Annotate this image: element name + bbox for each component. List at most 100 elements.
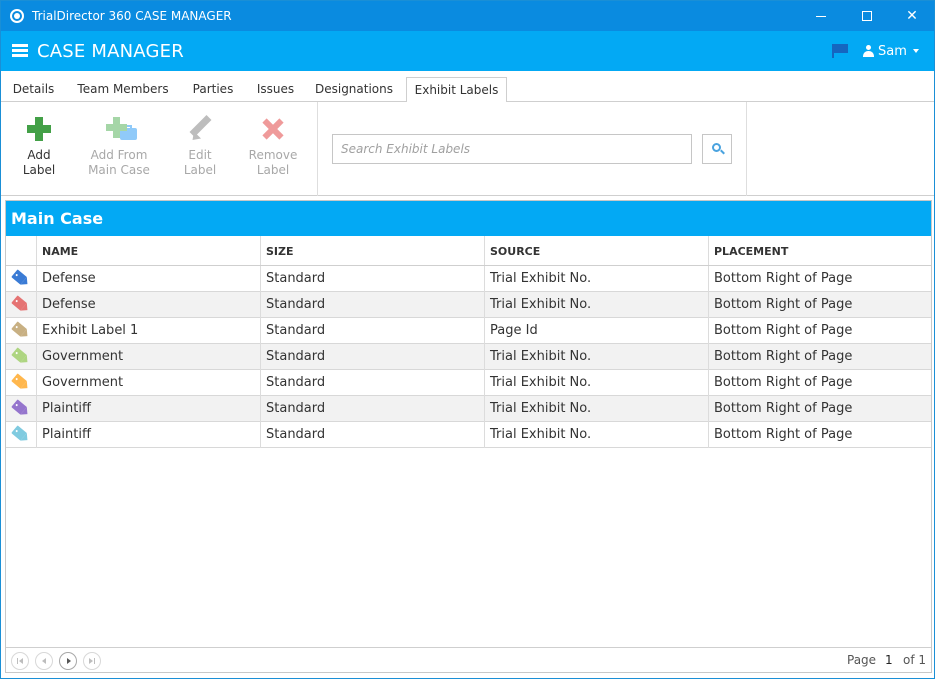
table-row[interactable]: Defense Standard Trial Exhibit No. Botto…: [6, 292, 931, 318]
cell-placement: Bottom Right of Page: [708, 292, 931, 318]
toolbar-divider: [317, 102, 318, 196]
edit-label-button[interactable]: Edit Label: [165, 115, 235, 178]
cell-source: Trial Exhibit No.: [484, 422, 708, 448]
cell-source: Trial Exhibit No.: [484, 292, 708, 318]
cell-name: Government: [36, 370, 260, 396]
cell-size: Standard: [260, 344, 484, 370]
maximize-icon: [862, 11, 872, 21]
remove-label-text: Remove Label: [248, 148, 298, 177]
page-count: of 1: [903, 653, 927, 667]
cell-size: Standard: [260, 396, 484, 422]
minimize-button[interactable]: [798, 1, 844, 31]
plus-icon: [26, 116, 52, 142]
column-header-name[interactable]: NAME: [36, 236, 260, 265]
user-icon[interactable]: [863, 45, 874, 57]
tab-team-members[interactable]: Team Members: [69, 77, 177, 102]
tab-exhibit-labels[interactable]: Exhibit Labels: [406, 77, 507, 103]
add-from-main-case-button[interactable]: Add From Main Case: [84, 116, 154, 178]
cell-name: Plaintiff: [36, 396, 260, 422]
edit-label-text: Edit Label: [183, 148, 217, 177]
hamburger-icon[interactable]: [12, 44, 28, 57]
page-label: Page: [847, 653, 877, 667]
cell-size: Standard: [260, 370, 484, 396]
tag-icon: [11, 347, 27, 363]
x-icon: [260, 116, 286, 142]
cell-name: Defense: [36, 292, 260, 318]
cell-source: Trial Exhibit No.: [484, 396, 708, 422]
search-icon: [712, 143, 725, 155]
tag-icon: [11, 399, 27, 415]
cell-placement: Bottom Right of Page: [708, 266, 931, 292]
add-label-button[interactable]: Add Label: [4, 116, 74, 178]
cell-placement: Bottom Right of Page: [708, 396, 931, 422]
window-title: TrialDirector 360 CASE MANAGER: [32, 9, 232, 23]
tab-parties[interactable]: Parties: [184, 77, 242, 102]
table-row[interactable]: Defense Standard Trial Exhibit No. Botto…: [6, 266, 931, 292]
app-title: CASE MANAGER: [37, 41, 184, 62]
tag-icon: [11, 269, 27, 285]
pencil-icon: [187, 115, 213, 144]
cell-name: Plaintiff: [36, 422, 260, 448]
cell-source: Trial Exhibit No.: [484, 370, 708, 396]
search-button[interactable]: [702, 134, 732, 164]
tag-icon: [11, 373, 27, 389]
cell-size: Standard: [260, 422, 484, 448]
cell-placement: Bottom Right of Page: [708, 370, 931, 396]
table-row[interactable]: Exhibit Label 1 Standard Page Id Bottom …: [6, 318, 931, 344]
app-icon: [10, 9, 24, 23]
column-header-placement[interactable]: PLACEMENT: [708, 236, 931, 265]
toolbar-divider: [746, 102, 747, 196]
app-window: TrialDirector 360 CASE MANAGER ✕ CASE MA…: [0, 0, 935, 679]
tab-designations[interactable]: Designations: [309, 77, 399, 102]
exhibit-labels-grid: Main Case NAME SIZE SOURCE PLACEMENT Def…: [5, 200, 932, 673]
cell-source: Trial Exhibit No.: [484, 344, 708, 370]
cell-name: Defense: [36, 266, 260, 292]
current-page-input[interactable]: 1: [885, 653, 893, 667]
column-header-size[interactable]: SIZE: [260, 236, 484, 265]
tag-icon: [11, 295, 27, 311]
grid-header: NAME SIZE SOURCE PLACEMENT: [6, 236, 931, 266]
tag-icon: [11, 321, 27, 337]
cell-name: Government: [36, 344, 260, 370]
cell-size: Standard: [260, 266, 484, 292]
cell-size: Standard: [260, 318, 484, 344]
cell-source: Page Id: [484, 318, 708, 344]
cell-size: Standard: [260, 292, 484, 318]
next-page-button[interactable]: [59, 652, 77, 670]
cell-placement: Bottom Right of Page: [708, 344, 931, 370]
last-page-button[interactable]: [83, 652, 101, 670]
grid-title: Main Case: [6, 201, 931, 236]
tab-details[interactable]: Details: [5, 77, 62, 102]
add-label-text: Add Label: [22, 148, 56, 177]
tab-bar: Details Team Members Parties Issues Desi…: [1, 71, 934, 103]
search-input[interactable]: [332, 134, 692, 164]
tab-issues[interactable]: Issues: [249, 77, 302, 102]
previous-page-button[interactable]: [35, 652, 53, 670]
first-page-button[interactable]: [11, 652, 29, 670]
flag-icon[interactable]: [832, 44, 848, 58]
table-row[interactable]: Government Standard Trial Exhibit No. Bo…: [6, 370, 931, 396]
cell-placement: Bottom Right of Page: [708, 318, 931, 344]
maximize-button[interactable]: [844, 1, 890, 31]
close-icon: ✕: [906, 8, 918, 24]
cell-name: Exhibit Label 1: [36, 318, 260, 344]
title-bar: TrialDirector 360 CASE MANAGER ✕: [1, 1, 934, 31]
cell-source: Trial Exhibit No.: [484, 266, 708, 292]
close-button[interactable]: ✕: [889, 1, 935, 31]
chevron-down-icon[interactable]: [913, 49, 919, 53]
plus-case-icon: [106, 116, 137, 142]
remove-label-button[interactable]: Remove Label: [238, 116, 308, 178]
app-header: CASE MANAGER Sam: [1, 31, 934, 71]
table-row[interactable]: Government Standard Trial Exhibit No. Bo…: [6, 344, 931, 370]
pager: Page 1 of 1: [6, 647, 931, 672]
column-header-source[interactable]: SOURCE: [484, 236, 708, 265]
grid-body: Defense Standard Trial Exhibit No. Botto…: [6, 266, 931, 448]
table-row[interactable]: Plaintiff Standard Trial Exhibit No. Bot…: [6, 422, 931, 448]
tag-icon: [11, 425, 27, 441]
table-row[interactable]: Plaintiff Standard Trial Exhibit No. Bot…: [6, 396, 931, 422]
minimize-icon: [816, 15, 826, 17]
toolbar: Add Label Add From Main Case Edit Label …: [1, 102, 934, 196]
user-menu[interactable]: Sam: [878, 44, 907, 59]
cell-placement: Bottom Right of Page: [708, 422, 931, 448]
add-from-main-case-text: Add From Main Case: [88, 148, 150, 177]
